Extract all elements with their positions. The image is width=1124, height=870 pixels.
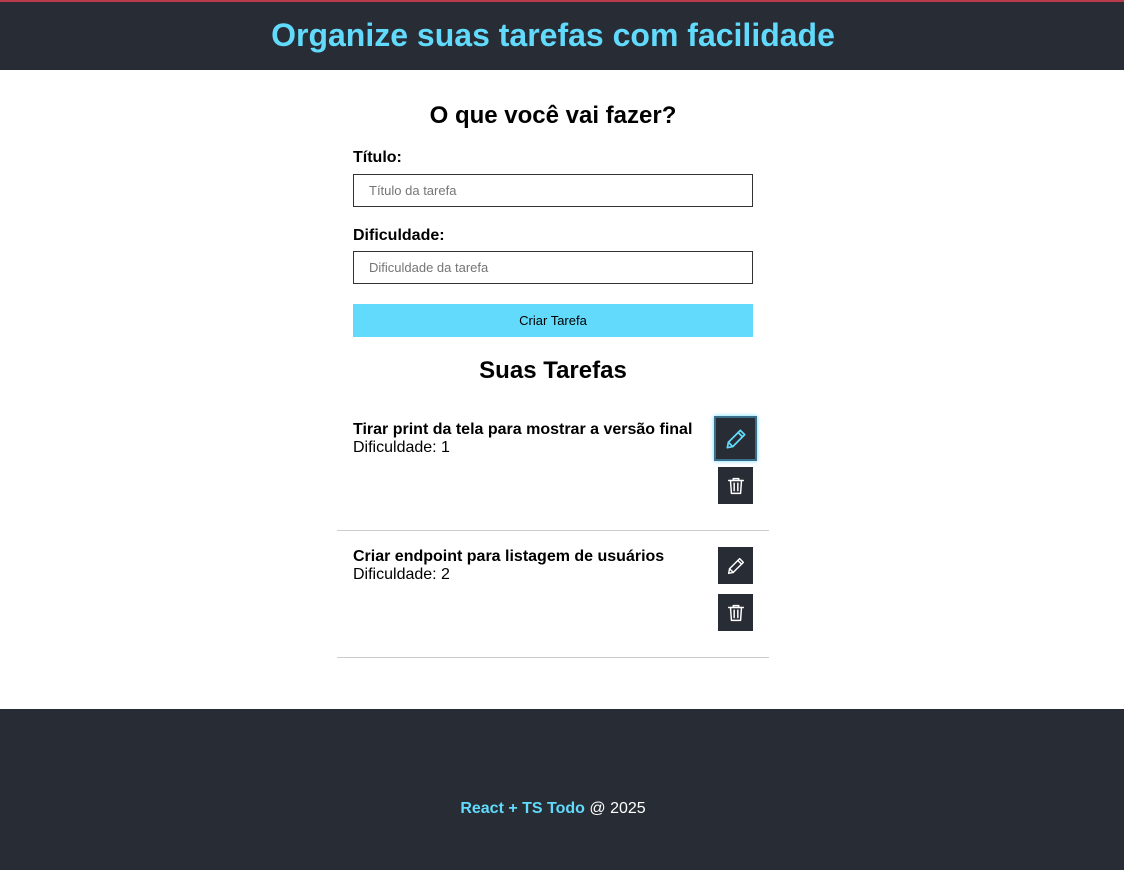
trash-icon bbox=[727, 604, 744, 621]
title-label: Título: bbox=[353, 149, 402, 166]
task-list-title: Suas Tarefas bbox=[479, 357, 627, 384]
page-title: Organize suas tarefas com facilidade bbox=[271, 17, 835, 53]
task-difficulty: Dificuldade: 2 bbox=[353, 566, 450, 583]
task-name: Tirar print da tela para mostrar a versã… bbox=[353, 421, 693, 438]
difficulty-input[interactable] bbox=[353, 251, 753, 284]
title-input[interactable] bbox=[353, 174, 753, 207]
footer-copyright: @ 2025 bbox=[584, 800, 646, 817]
create-task-button[interactable]: Criar Tarefa bbox=[353, 304, 753, 337]
app-footer: React + TS Todo @ 2025 bbox=[0, 709, 1124, 870]
form-title: O que você vai fazer? bbox=[429, 102, 677, 129]
app-header: Organize suas tarefas com facilidade bbox=[0, 0, 1124, 70]
task-name: Criar endpoint para listagem de usuários bbox=[353, 548, 665, 565]
delete-task-button[interactable] bbox=[718, 594, 753, 631]
task-difficulty: Dificuldade: 1 bbox=[353, 439, 450, 456]
edit-task-button[interactable] bbox=[714, 416, 757, 461]
pencil-icon bbox=[727, 557, 744, 574]
task-item: Criar endpoint para listagem de usuários… bbox=[337, 530, 769, 658]
difficulty-label: Dificuldade: bbox=[353, 227, 445, 244]
task-item: Tirar print da tela para mostrar a versã… bbox=[337, 403, 769, 531]
edit-task-button[interactable] bbox=[718, 547, 753, 584]
footer-brand: React + TS Todo bbox=[460, 800, 585, 817]
trash-icon bbox=[727, 477, 744, 494]
pencil-icon bbox=[725, 428, 746, 449]
footer-text: React + TS Todo @ 2025 bbox=[0, 799, 1106, 819]
delete-task-button[interactable] bbox=[718, 467, 753, 504]
